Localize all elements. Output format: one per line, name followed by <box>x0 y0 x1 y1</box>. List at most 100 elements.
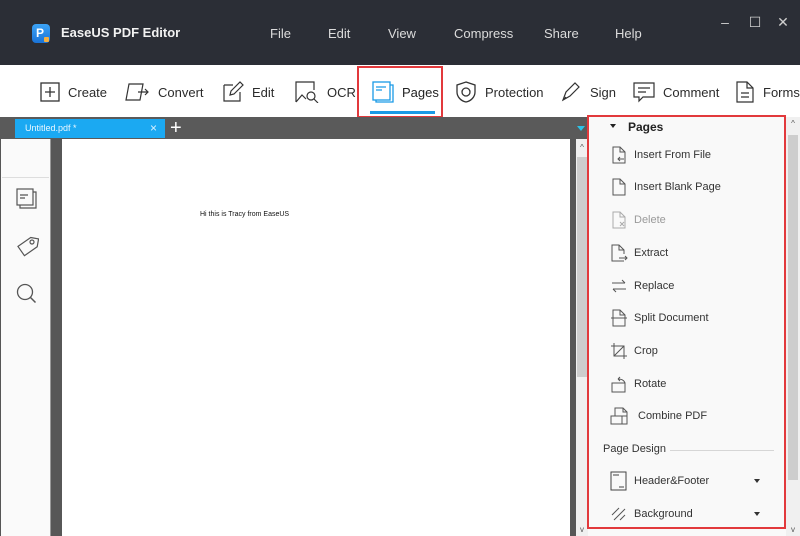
toolbar-comment-label: Comment <box>663 84 720 100</box>
crop-item[interactable]: Crop <box>610 340 658 362</box>
insert-from-file-icon <box>612 146 626 164</box>
insert-from-file-label: Insert From File <box>634 149 712 161</box>
header-footer-label: Header&Footer <box>634 475 710 487</box>
panel-scroll-thumb[interactable] <box>788 135 798 480</box>
document-tab[interactable]: Untitled.pdf * × <box>15 119 165 138</box>
background-item[interactable]: Background <box>610 503 774 525</box>
toolbar-edit-button[interactable]: Edit <box>222 77 274 107</box>
scroll-up-button[interactable]: ^ <box>576 143 588 152</box>
rotate-icon <box>611 376 626 393</box>
delete-page-item[interactable]: Delete <box>610 209 666 231</box>
panel-scrollbar[interactable]: ^ v <box>786 117 800 536</box>
toolbar-edit-label: Edit <box>252 84 275 100</box>
close-window-button[interactable]: ✕ <box>773 12 793 32</box>
title-bar: P EaseUS PDF Editor File Edit View Compr… <box>0 0 800 65</box>
toolbar-convert-button[interactable]: Convert <box>124 77 204 107</box>
panel-scroll-up-button[interactable]: ^ <box>786 119 800 128</box>
collapse-caret-icon[interactable] <box>610 124 616 128</box>
toolbar-create-button[interactable]: Create <box>40 77 107 107</box>
new-tab-button[interactable]: + <box>170 117 182 139</box>
toolbar-forms-label: Forms <box>763 84 800 100</box>
maximize-button[interactable]: ☐ <box>745 12 765 32</box>
insert-from-file-item[interactable]: Insert From File <box>610 144 711 166</box>
rotate-label: Rotate <box>634 378 667 390</box>
left-sidebar <box>0 139 50 536</box>
extract-label: Extract <box>634 247 669 259</box>
replace-item[interactable]: Replace <box>610 275 674 297</box>
delete-page-label: Delete <box>634 214 666 226</box>
menu-share[interactable]: Share <box>544 26 579 41</box>
background-dropdown-icon[interactable] <box>754 512 760 516</box>
combine-pdf-label: Combine PDF <box>638 410 708 422</box>
extract-icon <box>611 244 628 262</box>
document-scrollbar[interactable]: ^ v <box>576 139 588 536</box>
app-logo-letter: P <box>36 26 45 40</box>
combine-pdf-item[interactable]: Combine PDF <box>610 405 707 427</box>
extract-item[interactable]: Extract <box>610 242 668 264</box>
section-divider <box>670 450 774 451</box>
rotate-item[interactable]: Rotate <box>610 373 666 395</box>
toolbar-protection-label: Protection <box>485 84 544 100</box>
replace-label: Replace <box>634 280 675 292</box>
header-footer-dropdown-icon[interactable] <box>754 479 760 483</box>
toolbar-comment-button[interactable]: Comment <box>633 77 719 107</box>
document-tab-bar: Untitled.pdf * × + <box>0 117 588 139</box>
split-document-label: Split Document <box>634 312 709 324</box>
toolbar-convert-label: Convert <box>158 84 204 100</box>
menu-compress[interactable]: Compress <box>454 26 513 41</box>
crop-label: Crop <box>634 345 658 357</box>
thumbnails-icon[interactable] <box>15 187 39 211</box>
search-icon[interactable] <box>15 282 39 306</box>
toolbar-forms-button[interactable]: Forms <box>735 77 800 107</box>
split-icon <box>611 309 627 327</box>
document-scroll-thumb[interactable] <box>577 157 587 377</box>
header-footer-icon <box>610 471 627 491</box>
comment-icon <box>633 82 655 103</box>
panel-scroll-down-button[interactable]: v <box>786 525 800 534</box>
blank-page-icon <box>612 178 626 196</box>
sidebar-divider <box>2 177 49 178</box>
close-tab-icon[interactable]: × <box>150 119 157 138</box>
bookmark-tag-icon[interactable] <box>15 235 40 259</box>
toolbar-sign-label: Sign <box>590 84 617 100</box>
toolbar-ocr-label: OCR <box>327 84 356 100</box>
scroll-down-button[interactable]: v <box>576 525 588 534</box>
app-logo-icon: P <box>32 24 50 43</box>
minimize-button[interactable]: – <box>715 12 735 32</box>
menu-help[interactable]: Help <box>615 26 642 41</box>
insert-blank-page-item[interactable]: Insert Blank Page <box>610 176 721 198</box>
menu-edit[interactable]: Edit <box>328 26 350 41</box>
replace-icon <box>612 279 626 293</box>
crop-icon <box>611 343 627 359</box>
edit-pencil-icon <box>223 81 244 102</box>
plus-box-icon <box>40 82 60 102</box>
toolbar-protection-button[interactable]: Protection <box>455 77 544 107</box>
convert-icon <box>125 83 149 101</box>
insert-blank-page-label: Insert Blank Page <box>634 181 721 193</box>
pdf-page[interactable] <box>62 139 574 536</box>
delete-page-icon <box>612 211 626 229</box>
background-icon <box>611 507 626 521</box>
pages-active-indicator <box>370 111 435 114</box>
pen-icon <box>561 82 580 102</box>
forms-icon <box>736 81 754 103</box>
toolbar-ocr-button[interactable]: OCR <box>295 77 356 107</box>
menu-view[interactable]: View <box>388 26 416 41</box>
tab-list-dropdown-icon[interactable] <box>577 126 585 131</box>
page-design-section-label: Page Design <box>603 443 666 455</box>
header-footer-item[interactable]: Header&Footer <box>610 470 774 492</box>
document-tab-label: Untitled.pdf * <box>25 123 77 133</box>
toolbar-sign-button[interactable]: Sign <box>560 77 616 107</box>
page-text-content[interactable]: Hi this is Tracy from EaseUS <box>200 211 289 218</box>
canvas-left-margin <box>50 139 62 536</box>
pages-panel-title[interactable]: Pages <box>628 120 663 134</box>
combine-icon <box>610 407 628 425</box>
pages-panel: Pages Insert From File Insert Blank Page… <box>588 117 786 536</box>
background-label: Background <box>634 508 693 520</box>
menu-file[interactable]: File <box>270 26 291 41</box>
shield-icon <box>456 81 476 103</box>
split-document-item[interactable]: Split Document <box>610 307 709 329</box>
app-title: EaseUS PDF Editor <box>61 25 181 40</box>
ocr-icon <box>295 81 319 103</box>
toolbar-create-label: Create <box>68 84 108 100</box>
